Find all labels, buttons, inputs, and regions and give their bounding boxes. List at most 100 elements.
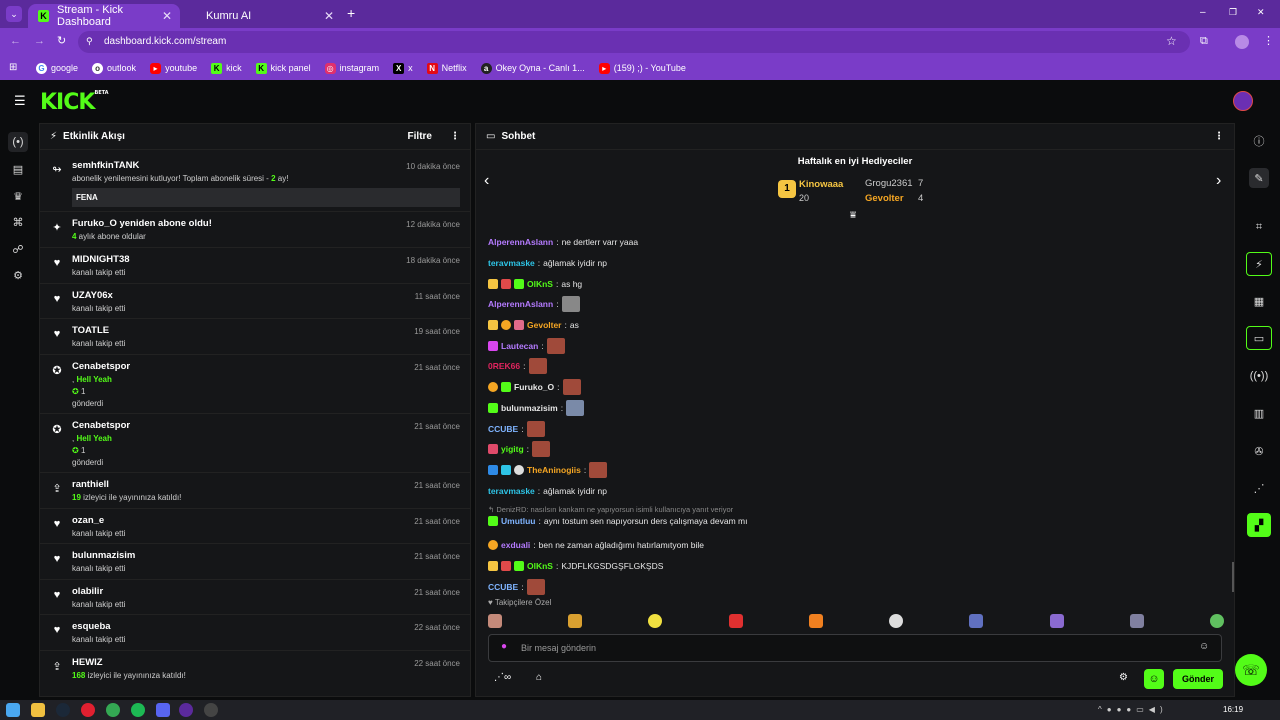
apps-icon[interactable]: ⊞ <box>9 62 17 73</box>
opera-icon[interactable] <box>81 703 95 717</box>
steam-icon[interactable] <box>56 703 70 717</box>
chrome-icon[interactable] <box>106 703 120 717</box>
discord-icon[interactable] <box>156 703 170 717</box>
tab-kumru-ai[interactable]: Kumru AI ✕ <box>196 4 342 28</box>
share-icon[interactable]: ⋰∞ <box>494 672 511 683</box>
activity-feed-panel: ⚡ Etkinlik Akışı Filtre ⋮ ↬ semhfkinTANK… <box>39 123 471 697</box>
chat-input[interactable]: ● Bir mesaj gönderin ☺ <box>488 634 1222 662</box>
hamburger-icon[interactable]: ☰ <box>14 93 26 109</box>
user-avatar[interactable] <box>1233 91 1253 111</box>
emote-icon[interactable] <box>488 614 502 628</box>
emote-icon[interactable] <box>808 614 823 628</box>
bookmark-instagram[interactable]: ◎ instagram <box>324 62 379 74</box>
menu-icon[interactable]: ⋮ <box>1263 34 1274 47</box>
trophy-icon[interactable]: ♛ <box>8 186 28 206</box>
info-icon[interactable]: ⓘ <box>1249 131 1269 151</box>
send-button[interactable]: Gönder <box>1173 669 1223 689</box>
obs-icon[interactable] <box>204 703 218 717</box>
close-window-button[interactable]: ✕ <box>1257 7 1265 18</box>
bookmark-outlook[interactable]: o outlook <box>92 62 136 74</box>
chevron-left-icon[interactable]: ‹ <box>484 172 489 190</box>
clip-icon[interactable]: ⌗ <box>1249 217 1269 237</box>
chat-icon: ▭ <box>486 131 496 142</box>
bookmark-okey[interactable]: a Okey Oyna - Canlı 1... <box>480 62 585 74</box>
tab-search-button[interactable]: ⌄ <box>6 6 22 22</box>
pin-icon[interactable]: ⩸ <box>850 210 856 221</box>
wrench-icon[interactable]: ✇ <box>1249 441 1269 461</box>
analytics-icon[interactable]: ▤ <box>8 159 28 179</box>
forward-icon[interactable]: → <box>34 35 45 47</box>
windows-start-icon[interactable] <box>6 703 20 717</box>
flash-icon: ⚡ <box>50 131 58 142</box>
url-input[interactable]: ⚲ dashboard.kick.com/stream ☆ <box>78 31 1190 53</box>
spotify-icon[interactable] <box>131 703 145 717</box>
bookmark-kick-panel[interactable]: Kkick panel <box>255 62 311 74</box>
bookmark-google[interactable]: Ggoogle <box>36 62 78 74</box>
share-icon[interactable]: ⋰ <box>1249 478 1269 498</box>
chat-scrollbar[interactable] <box>1232 562 1234 592</box>
emote-icon[interactable] <box>1049 614 1064 628</box>
restore-button[interactable]: ❐ <box>1229 7 1237 18</box>
stream-status-icon[interactable]: ((•)) <box>1249 366 1269 386</box>
reload-icon[interactable]: ↻ <box>57 34 66 47</box>
broadcast-icon[interactable]: (•) <box>8 132 28 152</box>
chrome-active-icon[interactable] <box>179 703 193 717</box>
emoji-icon[interactable]: ☺ <box>1199 641 1209 652</box>
gifter-count: 7 <box>918 178 924 189</box>
support-chat-button[interactable]: ☏ <box>1235 654 1267 686</box>
community-icon[interactable]: ☍ <box>8 239 28 259</box>
chat-message: 0REK66: <box>488 356 1228 377</box>
file-explorer-icon[interactable] <box>31 703 45 717</box>
emote-icon[interactable] <box>568 614 583 628</box>
scan-icon[interactable]: ⌘ <box>8 212 28 232</box>
kick-gift-icon: ✪ <box>52 423 62 436</box>
kick-emote-button[interactable]: ☺ <box>1144 669 1164 689</box>
star-icon[interactable]: ☆ <box>1166 34 1177 48</box>
bookmark-youtube[interactable]: ▸ youtube <box>150 62 197 74</box>
chat-settings-icon[interactable]: ⚙ <box>1119 672 1128 683</box>
heart-icon: ♥ <box>53 328 61 340</box>
emote-icon[interactable] <box>648 614 663 628</box>
minimize-button[interactable]: – <box>1200 7 1206 18</box>
close-icon[interactable]: ✕ <box>324 9 334 23</box>
chat-header: ▭ Sohbet ⋮ <box>476 124 1234 150</box>
emote-icon[interactable] <box>1129 614 1144 628</box>
chat-message: CCUBE: <box>488 418 1228 439</box>
emote-icon[interactable] <box>1209 614 1224 628</box>
clapper-icon[interactable]: ▞ <box>1247 513 1271 537</box>
store-icon[interactable]: ⌂ <box>536 672 542 683</box>
close-icon[interactable]: ✕ <box>162 9 172 23</box>
bookmark-x[interactable]: Xx <box>393 62 413 74</box>
more-icon[interactable]: ⋮ <box>450 131 460 142</box>
more-icon[interactable]: ⋮ <box>1214 131 1224 142</box>
filter-button[interactable]: Filtre <box>408 131 432 142</box>
chat-panel-icon[interactable]: ▭ <box>1246 326 1272 350</box>
flash-icon[interactable]: ⚡ <box>1246 252 1272 276</box>
emote-icon[interactable] <box>969 614 984 628</box>
kick-logo[interactable]: KICKBETA <box>40 90 109 115</box>
chat-message: Gevolter: as <box>488 315 1228 336</box>
queue-icon[interactable]: ▥ <box>1249 403 1269 423</box>
profile-avatar[interactable] <box>1235 35 1249 49</box>
chat-input-placeholder: Bir mesaj gönderin <box>521 643 597 653</box>
gift-badge-icon <box>514 320 524 331</box>
activity-header: ⚡ Etkinlik Akışı Filtre ⋮ <box>40 124 470 150</box>
notes-icon[interactable]: ▦ <box>1249 291 1269 311</box>
emote-icon[interactable] <box>889 614 904 628</box>
tab-kick-dashboard[interactable]: K Stream - Kick Dashboard ✕ <box>28 4 180 28</box>
settings-icon[interactable]: ⚙ <box>8 265 28 285</box>
crown-badge-icon <box>488 278 498 289</box>
bookmark-kick[interactable]: Kkick <box>211 62 242 74</box>
site-info-icon[interactable]: ⚲ <box>86 36 93 47</box>
edit-icon[interactable]: ✎ <box>1249 168 1269 188</box>
extensions-icon[interactable]: ⧉ <box>1200 35 1208 48</box>
bookmark-youtube-159[interactable]: ▸ (159) ;) - YouTube <box>598 62 686 74</box>
back-icon[interactable]: ← <box>10 35 21 47</box>
outlook-icon: o <box>92 62 104 74</box>
chevron-right-icon[interactable]: › <box>1216 172 1221 190</box>
mic-icon[interactable]: ● <box>501 641 507 652</box>
emote-icon[interactable] <box>728 614 743 628</box>
emote-icon <box>532 441 551 458</box>
new-tab-button[interactable]: + <box>347 5 355 21</box>
bookmark-netflix[interactable]: N Netflix <box>426 62 467 74</box>
